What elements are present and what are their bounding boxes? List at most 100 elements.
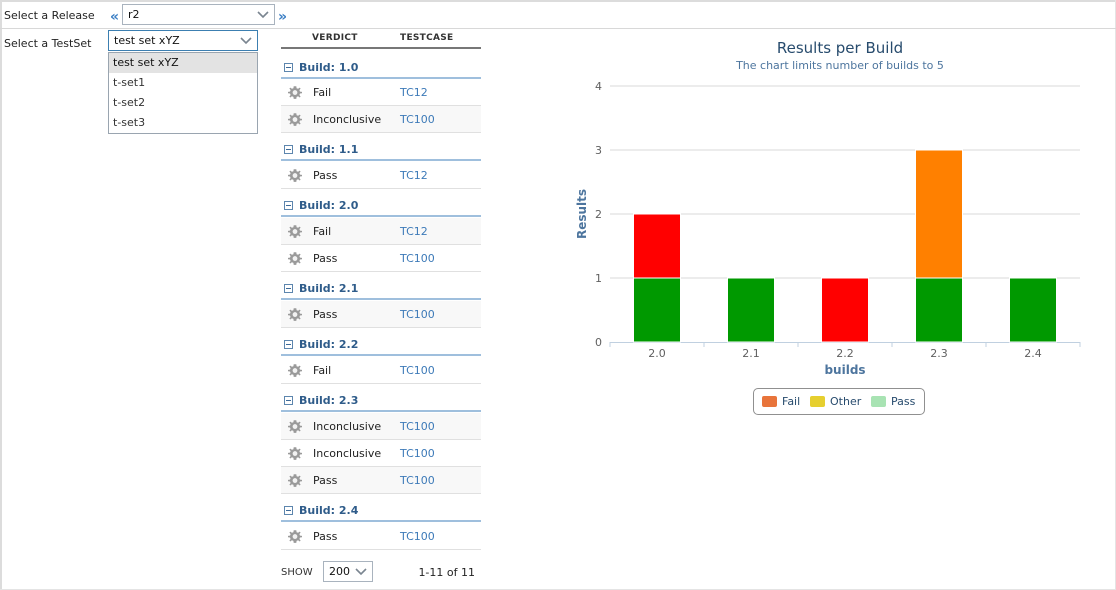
group-header: Build: 1.1 <box>281 134 481 161</box>
bar-segment <box>633 277 681 343</box>
group-header: Build: 2.4 <box>281 495 481 522</box>
verdict-cell: Inconclusive <box>313 113 382 126</box>
pager: SHOW 200 1-11 of 11 <box>281 561 481 583</box>
chevron-down-icon <box>355 568 367 576</box>
y-tick-label: 4 <box>595 80 602 93</box>
testset-option[interactable]: t-set2 <box>109 93 257 113</box>
testset-option[interactable]: t-set3 <box>109 113 257 133</box>
testcase-link[interactable]: TC100 <box>400 420 435 433</box>
testcase-link[interactable]: TC100 <box>400 252 435 265</box>
gear-icon[interactable] <box>287 85 303 101</box>
bar-segment <box>727 277 775 343</box>
results-chart: Results per Build The chart limits numbe… <box>560 30 1116 430</box>
gear-icon[interactable] <box>287 473 303 489</box>
gear-icon[interactable] <box>287 224 303 240</box>
release-select[interactable]: r2 <box>122 4 275 25</box>
chevron-down-icon <box>257 11 269 19</box>
verdict-cell: Fail <box>313 364 332 377</box>
collapse-icon[interactable] <box>284 284 293 293</box>
chart-plot: 0 1 2 3 4 2.0 2.1 2.2 2.3 2.4 builds Results <box>575 80 1081 377</box>
gear-icon[interactable] <box>287 446 303 462</box>
gear-icon[interactable] <box>287 168 303 184</box>
bar-segment <box>915 149 963 279</box>
group-header: Build: 2.3 <box>281 385 481 412</box>
release-row: Select a Release « r2 » <box>0 2 1116 29</box>
table-row[interactable]: Inconclusive TC100 <box>281 413 481 440</box>
group-title: Build: 2.0 <box>299 199 359 212</box>
testcase-link[interactable]: TC12 <box>400 169 428 182</box>
table-row[interactable]: Fail TC12 <box>281 218 481 245</box>
x-tick-label: 2.0 <box>648 347 666 360</box>
testcase-link[interactable]: TC100 <box>400 364 435 377</box>
legend-label: Other <box>830 395 862 408</box>
group-title: Build: 2.3 <box>299 394 359 407</box>
release-select-value: r2 <box>128 8 140 21</box>
testset-select-value: test set xYZ <box>114 34 180 47</box>
legend-swatch-fail <box>762 396 777 407</box>
testcase-link[interactable]: TC100 <box>400 474 435 487</box>
collapse-icon[interactable] <box>284 506 293 515</box>
collapse-icon[interactable] <box>284 201 293 210</box>
group-title: Build: 1.1 <box>299 143 359 156</box>
gear-icon[interactable] <box>287 363 303 379</box>
verdict-cell: Pass <box>313 530 338 543</box>
legend-label: Fail <box>782 395 801 408</box>
testcase-link[interactable]: TC100 <box>400 447 435 460</box>
page-info: 1-11 of 11 <box>418 566 475 579</box>
table-row[interactable]: Fail TC12 <box>281 79 481 106</box>
table-row[interactable]: Fail TC100 <box>281 357 481 384</box>
legend-swatch-pass <box>871 396 886 407</box>
group-header: Build: 2.1 <box>281 273 481 300</box>
collapse-icon[interactable] <box>284 340 293 349</box>
column-header-testcase[interactable]: TESTCASE <box>400 33 454 43</box>
group-title: Build: 2.4 <box>299 504 359 517</box>
verdict-cell: Pass <box>313 308 338 321</box>
testcase-link[interactable]: TC100 <box>400 308 435 321</box>
gear-icon[interactable] <box>287 307 303 323</box>
group-header: Build: 2.2 <box>281 329 481 356</box>
next-release-icon[interactable]: » <box>278 10 287 24</box>
table-row[interactable]: Pass TC100 <box>281 301 481 328</box>
testcase-link[interactable]: TC12 <box>400 86 428 99</box>
verdict-cell: Fail <box>313 225 332 238</box>
collapse-icon[interactable] <box>284 145 293 154</box>
table-row[interactable]: Pass TC12 <box>281 162 481 189</box>
bar-segment <box>633 213 681 279</box>
testset-option[interactable]: t-set1 <box>109 73 257 93</box>
table-row[interactable]: Inconclusive TC100 <box>281 106 481 133</box>
y-tick-label: 1 <box>595 272 602 285</box>
verdict-cell: Fail <box>313 86 332 99</box>
window-left-border <box>0 0 2 590</box>
testcase-link[interactable]: TC100 <box>400 530 435 543</box>
testcase-link[interactable]: TC100 <box>400 113 435 126</box>
gear-icon[interactable] <box>287 419 303 435</box>
group-title: Build: 2.1 <box>299 282 359 295</box>
gear-icon[interactable] <box>287 251 303 267</box>
testset-option[interactable]: test set xYZ <box>109 53 257 73</box>
table-row[interactable]: Pass TC100 <box>281 467 481 494</box>
page-size-select[interactable]: 200 <box>323 561 373 582</box>
y-axis-title: Results <box>575 189 589 239</box>
y-tick-label: 3 <box>595 144 602 157</box>
x-axis-title: builds <box>824 363 865 377</box>
y-tick-label: 2 <box>595 208 602 221</box>
verdict-cell: Inconclusive <box>313 447 382 460</box>
column-header-verdict[interactable]: VERDICT <box>312 33 358 43</box>
group-header: Build: 2.0 <box>281 190 481 217</box>
table-row[interactable]: Inconclusive TC100 <box>281 440 481 467</box>
testcase-link[interactable]: TC12 <box>400 225 428 238</box>
table-row[interactable]: Pass TC100 <box>281 245 481 272</box>
gear-icon[interactable] <box>287 529 303 545</box>
collapse-icon[interactable] <box>284 396 293 405</box>
legend-swatch-other <box>810 396 825 407</box>
x-tick-label: 2.1 <box>742 347 760 360</box>
verdict-cell: Pass <box>313 474 338 487</box>
gear-icon[interactable] <box>287 112 303 128</box>
y-tick-label: 0 <box>595 336 602 349</box>
previous-release-icon[interactable]: « <box>110 10 119 24</box>
grid-header: VERDICT TESTCASE <box>281 30 481 49</box>
verdict-cell: Pass <box>313 252 338 265</box>
table-row[interactable]: Pass TC100 <box>281 523 481 550</box>
testset-select[interactable]: test set xYZ <box>108 30 258 51</box>
collapse-icon[interactable] <box>284 63 293 72</box>
